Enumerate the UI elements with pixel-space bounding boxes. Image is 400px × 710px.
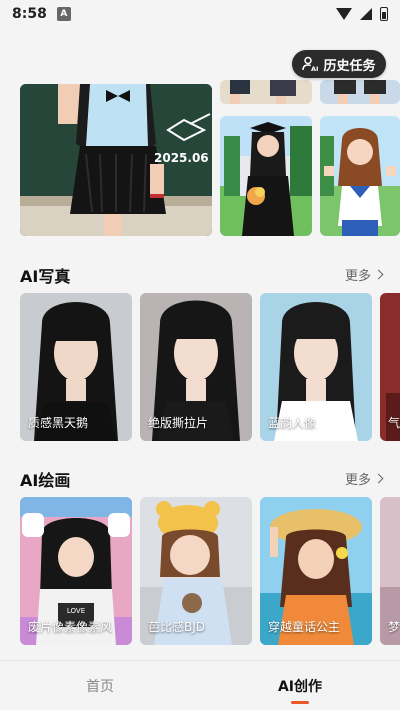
paint-card-partial[interactable]: 梦 — [380, 497, 400, 645]
banner-thumb-top-2[interactable] — [320, 80, 400, 104]
status-icons — [336, 7, 388, 21]
nav-tab-ai-create-label: AI创作 — [277, 678, 323, 695]
paint-card-label: 废片像素像素风 — [28, 620, 113, 634]
app-screen: 8:58 A AI 历史任务 2025.06 AI写真 更多 质感黑天鹅 绝版撕… — [0, 0, 400, 710]
more-link-ai-photo[interactable]: 更多 — [344, 265, 384, 284]
paint-card-label: 芭比感BJD — [148, 620, 206, 634]
status-time: 8:58 — [12, 6, 47, 22]
photo-card-instant-film[interactable]: 绝版撕拉片 — [140, 293, 252, 441]
banner-thumb-cheer[interactable] — [320, 116, 400, 236]
nav-tab-home[interactable]: 首页 — [0, 661, 200, 710]
photo-card-blue-portrait[interactable]: 蓝韵人像 — [260, 293, 372, 441]
notification-icon: A — [56, 7, 71, 21]
svg-text:AI: AI — [311, 65, 318, 72]
paint-card-label: 穿越童话公主 — [268, 620, 341, 634]
banner-thumb-image — [220, 80, 312, 104]
more-link-label: 更多 — [344, 473, 371, 488]
status-bar: 8:58 A — [0, 0, 400, 28]
photo-card-label: 气 — [388, 416, 400, 430]
more-link-ai-paint[interactable]: 更多 — [344, 469, 384, 488]
banner-thumb-image — [320, 80, 400, 104]
paint-card-bjd[interactable]: 芭比感BJD — [140, 497, 252, 645]
banner-featured[interactable]: 2025.06 — [20, 84, 212, 236]
svg-text:LOVE: LOVE — [67, 607, 85, 615]
banner-thumb-image — [320, 116, 400, 236]
photo-card-label: 蓝韵人像 — [268, 416, 317, 430]
photo-card-label: 绝版撕拉片 — [148, 416, 209, 430]
paint-card-label: 梦 — [388, 620, 400, 634]
user-ai-icon: AI — [302, 56, 318, 72]
banner-thumb-graduation[interactable] — [220, 116, 312, 236]
section-title-ai-paint: AI绘画 — [20, 471, 71, 490]
nav-tab-ai-create[interactable]: AI创作 — [200, 661, 400, 710]
active-tab-indicator — [291, 701, 309, 704]
banner-thumb-image — [220, 116, 312, 236]
photo-card-black-swan[interactable]: 质感黑天鹅 — [20, 293, 132, 441]
banner-thumb-top-1[interactable] — [220, 80, 312, 104]
photo-card-label: 质感黑天鹅 — [28, 416, 89, 430]
bottom-nav: 首页 AI创作 — [0, 660, 400, 710]
wifi-icon — [336, 8, 352, 20]
nav-tab-home-label: 首页 — [86, 678, 114, 695]
history-tasks-label: 历史任务 — [323, 58, 376, 74]
paint-card-pixel[interactable]: LOVE 废片像素像素风 — [20, 497, 132, 645]
paint-card-fairytale[interactable]: 穿越童话公主 — [260, 497, 372, 645]
banner-grid — [220, 80, 400, 236]
more-link-label: 更多 — [344, 269, 371, 284]
banner-date-text: 2025.06 — [154, 151, 209, 165]
section-title-ai-photo: AI写真 — [20, 267, 71, 286]
chevron-right-icon — [373, 269, 384, 280]
signal-icon — [360, 8, 372, 20]
history-tasks-button[interactable]: AI 历史任务 — [292, 50, 386, 78]
banner-featured-image: 2025.06 — [20, 84, 212, 236]
chevron-right-icon — [373, 473, 384, 484]
photo-card-partial[interactable]: 气 — [380, 293, 400, 441]
battery-icon — [380, 7, 388, 21]
